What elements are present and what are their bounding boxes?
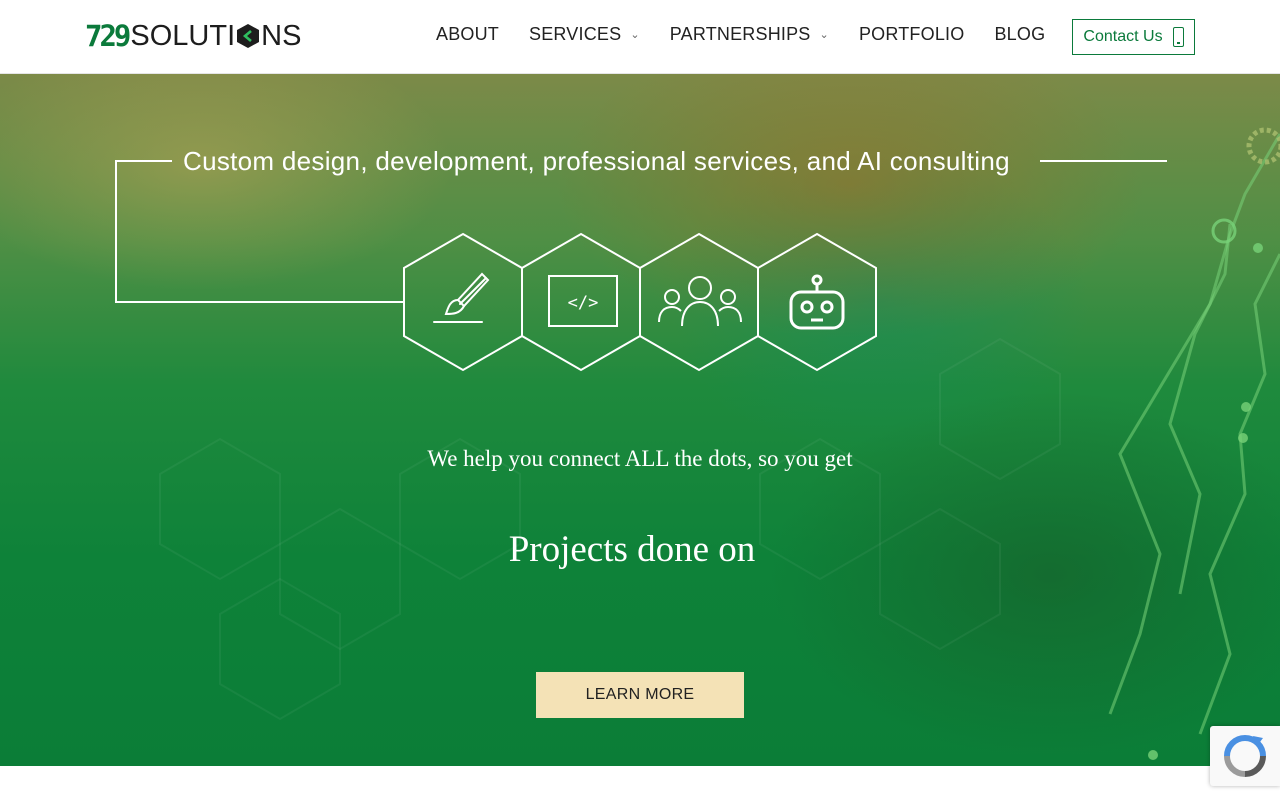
logo-hex-icon: [237, 24, 260, 48]
main-nav: ABOUT SERVICES ⌄ PARTNERSHIPS ⌄ PORTFOLI…: [436, 24, 1075, 45]
hero-subheading: We help you connect ALL the dots, so you…: [427, 446, 853, 471]
contact-us-button[interactable]: Contact Us: [1072, 19, 1195, 55]
nav-item-label: PARTNERSHIPS: [669, 24, 811, 44]
logo-word: SOLUTI: [130, 19, 236, 52]
nav-item-about[interactable]: ABOUT: [436, 24, 499, 45]
nav-item-label: ABOUT: [436, 24, 500, 44]
site-header: 729 SOLUTI NS ABOUT SERVICES ⌄ PARTNERSH…: [0, 0, 1280, 74]
hero-tagline: Custom design, development, professional…: [183, 146, 1010, 176]
logo-word-end: NS: [261, 19, 302, 52]
people-icon: [658, 276, 742, 327]
svg-text:</>: </>: [568, 293, 599, 313]
connector-lines: [115, 160, 1167, 303]
hero-section: Custom design, development, professional…: [0, 74, 1280, 766]
contact-us-label: Contact Us: [1083, 28, 1163, 45]
logo-number: 729: [85, 19, 131, 53]
chevron-down-icon: ⌄: [630, 29, 640, 41]
code-icon: </>: [548, 275, 618, 327]
hero-headline: Projects done on: [508, 529, 756, 570]
recaptcha-icon: [1224, 735, 1266, 777]
robot-icon: [789, 274, 845, 330]
chevron-down-icon: ⌄: [819, 29, 829, 41]
nav-item-label: SERVICES: [529, 24, 622, 44]
nav-item-blog[interactable]: BLOG: [994, 24, 1045, 45]
recaptcha-badge[interactable]: [1210, 726, 1280, 786]
nav-item-services[interactable]: SERVICES ⌄: [529, 24, 640, 45]
paintbrush-icon: [433, 272, 490, 323]
nav-item-label: PORTFOLIO: [858, 24, 965, 44]
nav-item-partnerships[interactable]: PARTNERSHIPS ⌄: [670, 24, 829, 45]
phone-icon: [1172, 27, 1184, 47]
learn-more-button[interactable]: LEARN MORE: [536, 672, 744, 718]
nav-item-portfolio[interactable]: PORTFOLIO: [859, 24, 965, 45]
nav-item-label: BLOG: [994, 24, 1046, 44]
logo[interactable]: 729 SOLUTI NS: [85, 19, 302, 53]
